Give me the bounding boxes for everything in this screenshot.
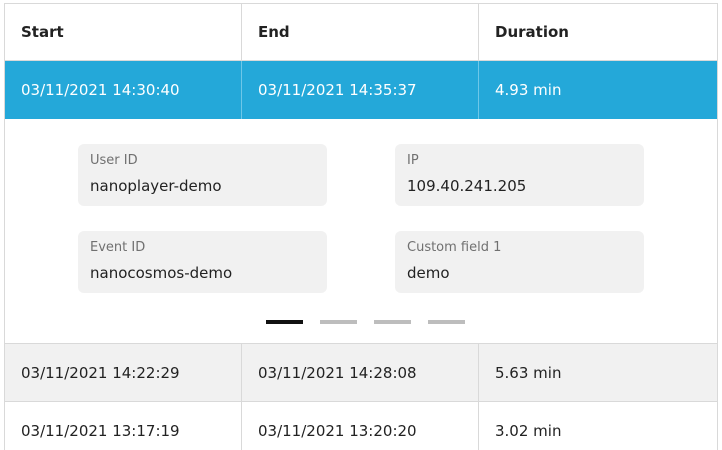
header-start[interactable]: Start [5,4,242,60]
header-end[interactable]: End [242,4,479,60]
cell-end: 03/11/2021 14:28:08 [242,344,479,401]
user-id-card: User ID nanoplayer-demo [78,144,327,206]
user-id-label: User ID [90,153,138,168]
row-detail-panel: User ID nanoplayer-demo IP 109.40.241.20… [5,119,717,344]
custom-field-label: Custom field 1 [407,240,502,255]
pager-dot-3[interactable] [374,320,411,324]
cell-start: 03/11/2021 14:22:29 [5,344,242,401]
pager-dot-2[interactable] [320,320,357,324]
header-duration[interactable]: Duration [479,4,717,60]
user-id-value: nanoplayer-demo [90,177,222,195]
pager-dot-4[interactable] [428,320,465,324]
custom-field-value: demo [407,264,450,282]
event-id-label: Event ID [90,240,146,255]
cell-end: 03/11/2021 14:35:37 [242,61,479,119]
table-row[interactable]: 03/11/2021 13:17:19 03/11/2021 13:20:20 … [5,402,717,450]
sessions-table: Start End Duration 03/11/2021 14:30:40 0… [4,3,718,450]
pager-dot-1[interactable] [266,320,303,324]
ip-card: IP 109.40.241.205 [395,144,644,206]
table-row-selected[interactable]: 03/11/2021 14:30:40 03/11/2021 14:35:37 … [5,61,717,119]
cell-end: 03/11/2021 13:20:20 [242,402,479,450]
table-row[interactable]: 03/11/2021 14:22:29 03/11/2021 14:28:08 … [5,344,717,402]
cell-duration: 4.93 min [495,81,562,99]
cell-duration: 3.02 min [495,421,562,440]
ip-label: IP [407,153,419,168]
detail-pager [266,320,465,324]
ip-value: 109.40.241.205 [407,177,527,195]
cell-start: 03/11/2021 14:30:40 [5,61,242,119]
custom-field-card: Custom field 1 demo [395,231,644,293]
cell-duration: 5.63 min [495,363,562,382]
event-id-card: Event ID nanocosmos-demo [78,231,327,293]
cell-start: 03/11/2021 13:17:19 [5,402,242,450]
event-id-value: nanocosmos-demo [90,264,233,282]
table-header-row: Start End Duration [5,4,717,61]
